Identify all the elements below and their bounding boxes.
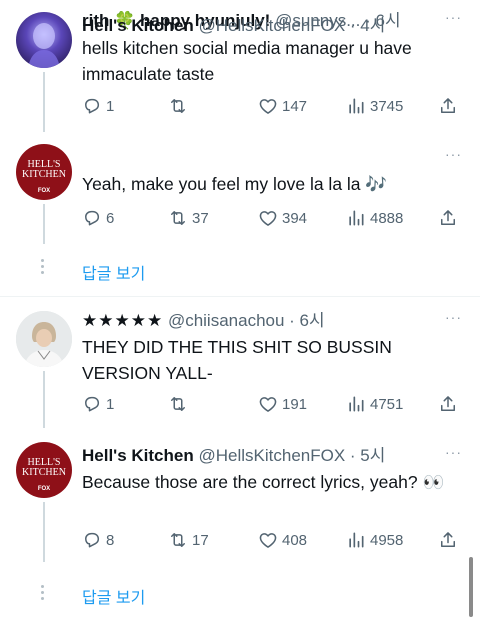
reply-button[interactable]: 1 <box>82 392 114 416</box>
views-icon <box>346 394 366 414</box>
avatar[interactable] <box>16 311 72 367</box>
views-button[interactable]: 4751 <box>346 392 403 416</box>
reply-button[interactable]: 6 <box>82 206 114 230</box>
like-icon <box>258 96 278 116</box>
views-icon <box>346 208 366 228</box>
action-bar: 1 191 4751 <box>82 392 464 416</box>
share-icon <box>438 208 458 228</box>
reply-count: 8 <box>106 531 115 549</box>
thread-line <box>43 502 45 562</box>
handle[interactable]: @HellsKitchenFOX <box>198 16 345 35</box>
collapsed-thread-dots <box>41 582 45 603</box>
timestamp[interactable]: · 4시 <box>350 16 385 35</box>
timestamp[interactable]: · 5시 <box>350 446 385 465</box>
share-button[interactable] <box>438 94 462 118</box>
thread-line <box>43 72 45 132</box>
action-bar: 8 17 408 4958 <box>82 528 464 552</box>
tweet-text: hells kitchen social media manager u hav… <box>82 38 412 84</box>
like-count: 147 <box>282 97 308 115</box>
avatar[interactable] <box>16 12 72 68</box>
thread-line <box>43 204 45 244</box>
retweet-button[interactable] <box>168 392 192 416</box>
views-count: 4751 <box>370 395 404 413</box>
like-count: 408 <box>282 531 308 549</box>
retweet-button[interactable]: 37 <box>168 206 209 230</box>
views-icon <box>346 530 366 550</box>
like-button[interactable]: 147 <box>258 94 307 118</box>
more-icon[interactable]: ··· <box>445 444 462 460</box>
handle[interactable]: @HellsKitchenFOX <box>198 446 345 465</box>
like-button[interactable]: 191 <box>258 392 307 416</box>
views-button[interactable]: 4888 <box>346 206 403 230</box>
like-button[interactable]: 408 <box>258 528 307 552</box>
tweet[interactable]: HELL'S KITCHEN FOX Hell's Kitchen @Hells… <box>0 428 480 618</box>
reply-count: 1 <box>106 97 115 115</box>
retweet-count: 17 <box>192 531 209 549</box>
retweet-icon <box>168 96 188 116</box>
thread-line <box>43 371 45 428</box>
views-button[interactable]: 3745 <box>346 94 403 118</box>
tweet-header: Hell's Kitchen @HellsKitchenFOX · 4시 <box>82 14 464 38</box>
share-button[interactable] <box>438 392 462 416</box>
fox-logo: FOX <box>37 486 51 492</box>
avatar-text: KITCHEN <box>22 467 66 478</box>
like-count: 191 <box>282 395 308 413</box>
retweet-count: 37 <box>192 209 209 227</box>
tweet-header: ★★★★★ @chiisanachou · 6시 <box>82 309 464 333</box>
reply-count: 1 <box>106 395 115 413</box>
reply-icon <box>82 208 102 228</box>
retweet-button[interactable]: 17 <box>168 528 209 552</box>
reply-count: 6 <box>106 209 115 227</box>
retweet-icon <box>168 394 188 414</box>
retweet-icon <box>168 208 188 228</box>
views-count: 4888 <box>370 209 404 227</box>
reply-icon <box>82 96 102 116</box>
share-button[interactable] <box>438 206 462 230</box>
display-name[interactable]: Hell's Kitchen <box>82 446 194 465</box>
tweet[interactable]: HELL'S KITCHEN FOX Hell's Kitchen @Hells… <box>0 16 480 295</box>
display-name[interactable]: ★★★★★ <box>82 311 163 330</box>
avatar[interactable]: HELL'S KITCHEN FOX <box>16 144 72 200</box>
action-bar: 1 147 3745 <box>82 94 464 118</box>
reply-icon <box>82 530 102 550</box>
reply-button[interactable]: 1 <box>82 94 114 118</box>
tweet-header: Hell's Kitchen @HellsKitchenFOX · 5시 <box>82 444 464 468</box>
like-icon <box>258 208 278 228</box>
like-icon <box>258 530 278 550</box>
fox-logo: FOX <box>37 188 51 194</box>
tweet[interactable]: ★★★★★ @chiisanachou · 6시 ··· THEY DID TH… <box>0 297 480 428</box>
timestamp[interactable]: · 6시 <box>289 311 324 330</box>
views-count: 3745 <box>370 97 404 115</box>
more-icon[interactable]: ··· <box>445 146 462 162</box>
collapsed-thread-dots <box>41 256 45 277</box>
share-icon <box>438 96 458 116</box>
show-replies-link[interactable]: 답글 보기 <box>82 584 145 608</box>
like-icon <box>258 394 278 414</box>
views-button[interactable]: 4958 <box>346 528 403 552</box>
retweet-button[interactable] <box>168 94 192 118</box>
views-icon <box>346 96 366 116</box>
share-icon <box>438 394 458 414</box>
action-bar: 6 37 394 4888 <box>82 206 464 230</box>
retweet-icon <box>168 530 188 550</box>
avatar-text: KITCHEN <box>22 169 66 180</box>
share-icon <box>438 530 458 550</box>
tweet-text: Yeah, make you feel my love la la la 🎶 <box>82 174 388 194</box>
share-button[interactable] <box>438 528 462 552</box>
show-replies-link[interactable]: 답글 보기 <box>82 260 145 284</box>
reply-button[interactable]: 8 <box>82 528 114 552</box>
more-icon[interactable]: ··· <box>445 309 462 325</box>
avatar[interactable]: HELL'S KITCHEN FOX <box>16 442 72 498</box>
scrollbar[interactable] <box>469 557 473 617</box>
tweet-text: Because those are the correct lyrics, ye… <box>82 472 445 492</box>
like-button[interactable]: 394 <box>258 206 307 230</box>
handle[interactable]: @chiisanachou <box>168 311 285 330</box>
like-count: 394 <box>282 209 308 227</box>
views-count: 4958 <box>370 531 404 549</box>
display-name[interactable]: Hell's Kitchen <box>82 16 194 35</box>
tweet-text: THEY DID THE THIS SHIT SO BUSSIN VERSION… <box>82 337 392 383</box>
reply-icon <box>82 394 102 414</box>
